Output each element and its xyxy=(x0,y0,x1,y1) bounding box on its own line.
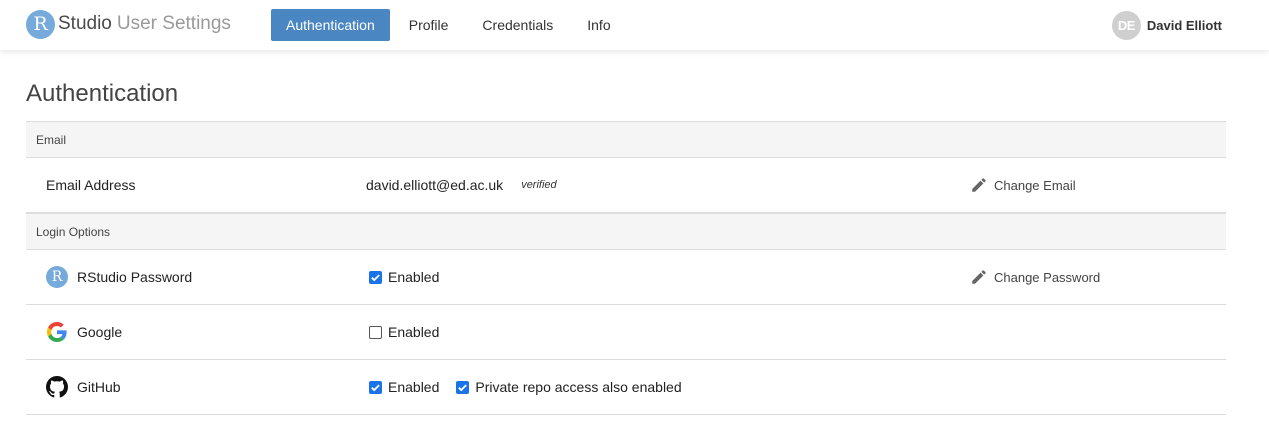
email-value: david.elliott@ed.ac.uk xyxy=(366,177,504,193)
top-navbar: R Studio User Settings Authentication Pr… xyxy=(0,0,1269,50)
pencil-icon xyxy=(972,178,986,192)
login-option-rstudio: R RStudio Password Enabled Change Passwo… xyxy=(26,250,1226,305)
tab-profile[interactable]: Profile xyxy=(394,9,464,41)
section-header-login-options: Login Options xyxy=(26,213,1226,250)
login-option-label: Google xyxy=(77,324,123,340)
tab-authentication[interactable]: Authentication xyxy=(271,9,390,41)
change-password-button[interactable]: Change Password xyxy=(970,268,1100,286)
page-title: Authentication xyxy=(26,80,179,107)
tab-credentials[interactable]: Credentials xyxy=(467,9,568,41)
google-icon xyxy=(46,321,68,343)
change-email-label: Change Email xyxy=(994,177,1076,193)
section-header-label: Login Options xyxy=(36,224,111,239)
checkmark-icon xyxy=(458,383,468,391)
rstudio-logo-icon: R xyxy=(26,9,55,39)
change-email-button[interactable]: Change Email xyxy=(970,176,1076,194)
checkmark-icon xyxy=(371,273,380,281)
brand-name: Studio xyxy=(58,13,112,34)
checkmark-icon xyxy=(371,383,380,391)
user-name: David Elliott xyxy=(1146,18,1222,33)
email-verified-badge: verified xyxy=(521,179,557,191)
login-option-status-cell: Enabled Private repo access also enabled xyxy=(366,379,696,395)
login-option-label-cell: R RStudio Password xyxy=(46,266,192,288)
github-enabled-checkbox[interactable] xyxy=(369,380,382,394)
user-menu[interactable]: DE David Elliott xyxy=(1111,11,1222,40)
pencil-icon xyxy=(972,270,986,284)
login-option-status-cell: Enabled xyxy=(366,269,453,285)
checkbox-label: Enabled xyxy=(388,324,440,340)
main-tabs: Authentication Profile Credentials Info xyxy=(271,9,630,41)
github-private-repo-checkbox[interactable] xyxy=(456,380,470,394)
checkbox-label: Enabled xyxy=(388,379,440,395)
email-label: Email Address xyxy=(46,177,136,193)
login-option-label: GitHub xyxy=(77,379,121,395)
github-icon xyxy=(46,376,68,398)
brand[interactable]: R Studio User Settings xyxy=(26,8,231,40)
section-header-label: Email xyxy=(36,132,67,147)
checkbox-label: Private repo access also enabled xyxy=(475,379,682,395)
google-enabled-checkbox[interactable] xyxy=(369,325,382,339)
change-password-label: Change Password xyxy=(994,269,1101,285)
email-row: Email Address david.elliott@ed.ac.uk ver… xyxy=(26,158,1226,213)
avatar: DE xyxy=(1111,11,1141,40)
settings-table: Email Email Address david.elliott@ed.ac.… xyxy=(26,121,1226,415)
section-header-email: Email xyxy=(26,121,1226,158)
rstudio-enabled-checkbox[interactable] xyxy=(369,270,382,284)
login-option-github: GitHub Enabled Private repo access also … xyxy=(26,360,1226,415)
login-option-google: Google Enabled xyxy=(26,305,1226,360)
email-value-cell: david.elliott@ed.ac.uk verified xyxy=(366,177,557,193)
login-option-label-cell: Google xyxy=(46,321,122,343)
checkbox-label: Enabled xyxy=(388,269,440,285)
login-option-status-cell: Enabled xyxy=(366,324,453,340)
login-option-label: RStudio Password xyxy=(77,269,193,285)
tab-info[interactable]: Info xyxy=(572,9,625,41)
login-option-label-cell: GitHub xyxy=(46,376,121,398)
rstudio-icon: R xyxy=(46,266,68,288)
brand-subtitle: User Settings xyxy=(116,13,231,34)
